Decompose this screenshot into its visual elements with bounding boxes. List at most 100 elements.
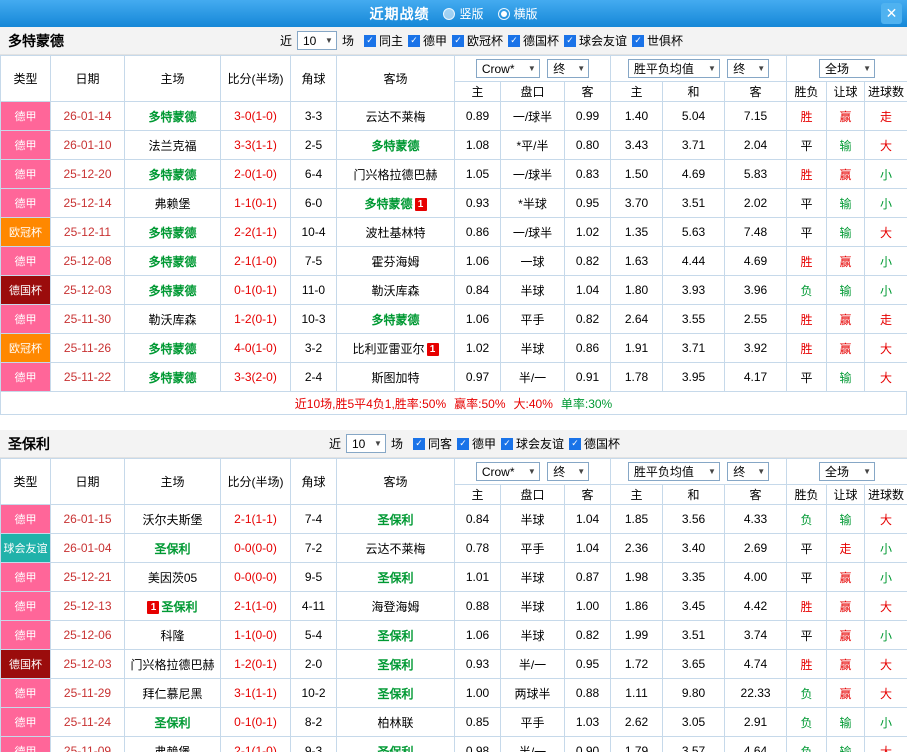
chevron-down-icon: ▼ <box>757 467 766 476</box>
handicap-result-cell: 输 <box>826 188 866 218</box>
corner-cell: 7-4 <box>290 504 337 534</box>
avg-home-cell: 1.79 <box>610 736 664 752</box>
goals-result-cell: 大 <box>864 591 907 621</box>
handicap-cell: 半/一 <box>500 736 565 752</box>
handicap-result-cell: 赢 <box>826 562 866 592</box>
avg-odds-select[interactable]: 胜平负均值 ▼ <box>627 462 720 481</box>
away-team-cell: 云达不莱梅 <box>336 101 455 131</box>
odds-away-cell: 0.82 <box>563 246 612 276</box>
col-handicap: 盘口 <box>500 484 565 505</box>
odds-stage-select[interactable]: 终 ▼ <box>547 461 590 481</box>
avg-home-cell: 1.86 <box>610 591 664 621</box>
home-team-cell: 多特蒙德 <box>124 159 221 189</box>
handicap-cell: 半球 <box>500 504 565 534</box>
odds-away-cell: 1.04 <box>563 504 612 534</box>
avg-draw-cell: 3.57 <box>662 736 726 752</box>
avg-home-cell: 3.43 <box>610 130 664 160</box>
odds-home-cell: 1.00 <box>454 678 501 708</box>
layout-radio-vertical[interactable]: 竖版 <box>443 5 484 22</box>
home-team-cell: 法兰克福 <box>124 130 221 160</box>
col-avg-draw: 和 <box>662 484 726 505</box>
away-team: 海登海姆 <box>371 599 420 614</box>
handicap-cell: *半球 <box>500 188 565 218</box>
avg-stage-select[interactable]: 终 ▼ <box>727 59 770 78</box>
league-filter-checkbox[interactable]: 德甲 <box>407 32 447 49</box>
date-cell: 25-11-26 <box>50 333 125 363</box>
league-type-cell: 德甲 <box>0 736 51 752</box>
score-cell: 3-0(1-0) <box>220 101 291 131</box>
odds-home-cell: 1.01 <box>454 562 501 592</box>
away-team: 多特蒙德 <box>371 138 420 153</box>
chevron-down-icon: ▼ <box>374 439 382 448</box>
league-filter-group: 同客 德甲 球会友谊 德国杯 <box>408 435 620 452</box>
team-name: 圣保利 <box>8 435 50 452</box>
away-team: 多特蒙德 <box>371 312 420 327</box>
match-row: 德甲 25-12-13 1 圣保利 2-1(1-0) 4-11 海登海姆 0.88… <box>0 591 907 621</box>
league-filter-checkbox[interactable]: 同主 <box>363 32 403 49</box>
avg-stage-select[interactable]: 终 ▼ <box>727 462 770 481</box>
score-cell: 1-1(0-0) <box>220 620 291 650</box>
close-button[interactable]: ✕ <box>881 3 902 24</box>
league-filter-checkbox[interactable]: 德国杯 <box>569 435 620 452</box>
league-filter-checkbox[interactable]: 球会友谊 <box>564 32 627 49</box>
avg-odds-select[interactable]: 胜平负均值 ▼ <box>627 59 720 78</box>
handicap-cell: 一球 <box>500 246 565 276</box>
chevron-down-icon: ▼ <box>707 467 716 476</box>
home-team-cell: 多特蒙德 <box>124 275 221 305</box>
away-team-cell: 斯图加特 <box>336 362 455 392</box>
home-team-cell: 多特蒙德 <box>124 246 221 276</box>
league-filter-checkbox[interactable]: 德甲 <box>457 435 496 452</box>
fulltime-select[interactable]: 全场 ▼ <box>819 59 876 78</box>
avg-home-cell: 1.11 <box>610 678 664 708</box>
match-count-select[interactable]: 10 ▼ <box>345 434 386 453</box>
avg-home-cell: 1.50 <box>610 159 664 189</box>
corner-cell: 8-2 <box>290 707 337 737</box>
match-count-select[interactable]: 10 ▼ <box>296 31 337 50</box>
odds-home-cell: 1.05 <box>454 159 501 189</box>
near-label: 近 <box>279 34 292 48</box>
odds-away-cell: 0.87 <box>563 562 612 592</box>
corner-cell: 6-0 <box>290 188 337 218</box>
avg-draw-cell: 3.71 <box>662 130 726 160</box>
corner-cell: 2-4 <box>290 362 337 392</box>
result-cell: 平 <box>786 533 828 563</box>
odds-company-select[interactable]: Crow* ▼ <box>475 59 540 79</box>
away-team: 云达不莱梅 <box>365 109 426 124</box>
fulltime-select[interactable]: 全场 ▼ <box>819 462 876 481</box>
score-cell: 0-0(0-0) <box>220 533 291 563</box>
home-team: 多特蒙德 <box>148 341 197 356</box>
layout-radio-horizontal[interactable]: 横版 <box>497 5 538 22</box>
goals-result-cell: 小 <box>864 562 907 592</box>
league-filter-checkbox[interactable]: 球会友谊 <box>501 435 564 452</box>
league-filter-checkbox[interactable]: 世俱杯 <box>632 32 683 49</box>
odds-stage-select[interactable]: 终 ▼ <box>547 58 590 78</box>
handicap-result-cell: 赢 <box>826 649 866 679</box>
checkbox-icon <box>407 34 420 47</box>
goals-result-cell: 大 <box>864 678 907 708</box>
score-cell: 1-2(0-1) <box>220 304 291 334</box>
match-row: 德国杯 25-12-03 门兴格拉德巴赫 1-2(0-1) 2-0 圣保利 0.… <box>0 649 907 679</box>
avg-draw-cell: 3.35 <box>662 562 726 592</box>
checkbox-icon <box>564 34 577 47</box>
avg-away-cell: 3.74 <box>724 620 788 650</box>
handicap-result-cell: 赢 <box>826 591 866 621</box>
col-score: 比分(半场) <box>220 55 291 102</box>
result-cell: 平 <box>786 130 828 160</box>
avg-away-cell: 7.48 <box>724 217 788 247</box>
result-cell: 负 <box>786 678 828 708</box>
col-type: 类型 <box>0 55 51 102</box>
odds-company-select[interactable]: Crow* ▼ <box>475 462 540 482</box>
avg-away-cell: 5.83 <box>724 159 788 189</box>
avg-home-cell: 2.36 <box>610 533 664 563</box>
odds-home-cell: 0.93 <box>454 649 501 679</box>
home-team: 勒沃库森 <box>148 312 197 327</box>
avg-draw-cell: 3.65 <box>662 649 726 679</box>
league-filter-checkbox[interactable]: 德国杯 <box>508 32 559 49</box>
avg-home-cell: 1.85 <box>610 504 664 534</box>
league-type-cell: 德甲 <box>0 159 51 189</box>
odds-home-cell: 0.98 <box>454 736 501 752</box>
corner-cell: 5-4 <box>290 620 337 650</box>
league-filter-checkbox[interactable]: 欧冠杯 <box>452 32 503 49</box>
league-filter-checkbox[interactable]: 同客 <box>412 435 452 452</box>
avg-draw-cell: 3.05 <box>662 707 726 737</box>
